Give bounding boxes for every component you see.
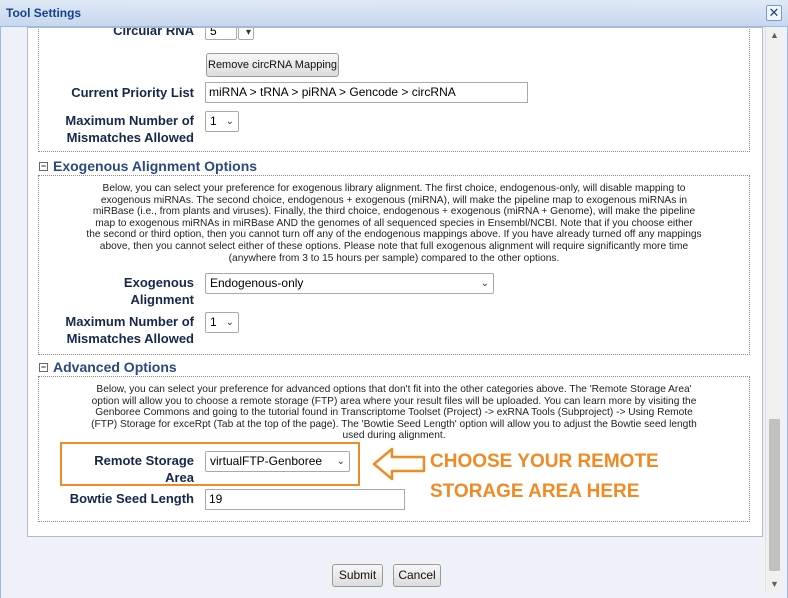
exogenous-alignment-label: Exogenous Alignment <box>123 275 194 307</box>
chevron-down-icon: ⌄ <box>225 116 234 127</box>
bowtie-seed-label: Bowtie Seed Length <box>69 491 194 506</box>
exogenous-section-title[interactable]: − Exogenous Alignment Options <box>39 158 257 174</box>
minus-box-icon[interactable]: − <box>39 362 48 372</box>
left-arrow-icon <box>372 447 426 481</box>
chevron-down-icon: ⌄ <box>480 278 489 289</box>
chevron-down-icon: ▾ <box>245 27 251 38</box>
remove-circrna-button[interactable]: Remove circRNA Mapping <box>206 53 339 77</box>
settings-panel: Circular RNA 5 ▾ Remove circRNA Mapping … <box>27 27 763 537</box>
scroll-thumb[interactable] <box>769 419 780 571</box>
advanced-section-title[interactable]: − Advanced Options <box>39 359 177 375</box>
cancel-button[interactable]: Cancel <box>393 564 441 587</box>
minus-box-icon[interactable]: − <box>39 161 48 171</box>
scroll-up-icon[interactable]: ▲ <box>766 27 783 44</box>
window-title: Tool Settings <box>6 6 82 20</box>
exogenous-mismatch-label: Maximum Number of Mismatches Allowed <box>65 314 194 346</box>
exogenous-alignment-select[interactable]: Endogenous-only ⌄ <box>205 273 494 294</box>
exogenous-mismatch-select[interactable]: 1 ⌄ <box>205 312 239 333</box>
circular-rna-dropdown-arrow[interactable]: ▾ <box>238 27 254 40</box>
window-titlebar: Tool Settings ✕ <box>0 0 788 27</box>
mismatch-select[interactable]: 1 ⌄ <box>205 111 239 132</box>
vertical-scrollbar[interactable]: ▲ ▼ <box>765 27 782 593</box>
priority-list-label: Current Priority List <box>71 85 194 100</box>
bowtie-seed-input[interactable]: 19 <box>205 489 405 510</box>
circular-rna-select[interactable]: 5 <box>205 28 237 40</box>
close-icon[interactable]: ✕ <box>766 5 782 21</box>
priority-list-input[interactable]: miRNA > tRNA > piRNA > Gencode > circRNA <box>205 82 528 103</box>
mismatch-label: Maximum Number of Mismatches Allowed <box>65 113 194 145</box>
annotation-text: CHOOSE YOUR REMOTE STORAGE AREA HERE <box>430 451 659 502</box>
advanced-description: Below, you can select your preference fo… <box>91 384 697 442</box>
submit-button[interactable]: Submit <box>332 564 383 587</box>
chevron-down-icon: ⌄ <box>225 317 234 328</box>
highlight-box <box>60 442 360 486</box>
scroll-down-icon[interactable]: ▼ <box>766 576 783 593</box>
exogenous-description: Below, you can select your preference fo… <box>86 183 702 264</box>
circular-rna-label: Circular RNA <box>113 27 194 38</box>
